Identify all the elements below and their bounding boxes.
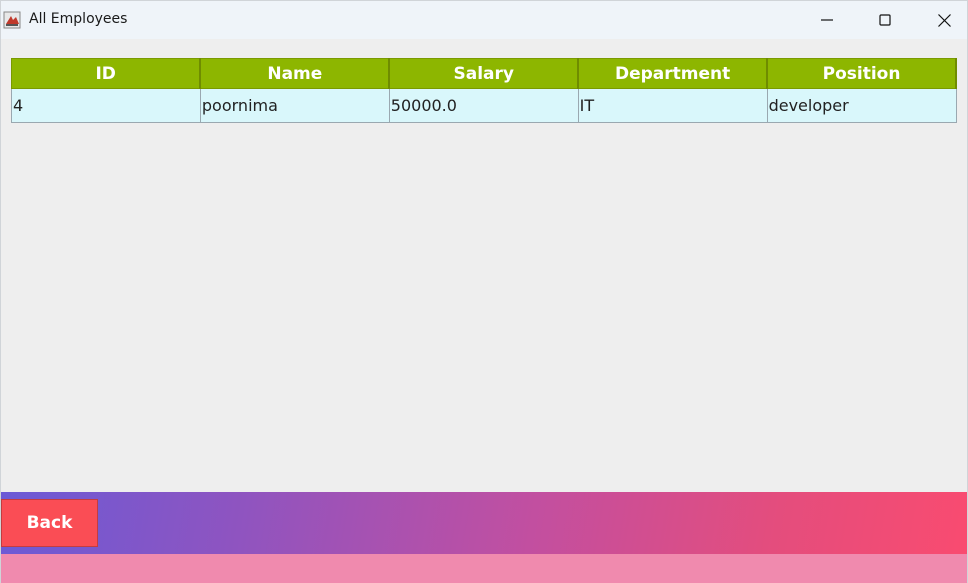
window-title: All Employees: [29, 11, 128, 27]
column-header-department[interactable]: Department: [577, 58, 769, 89]
minimize-icon: [821, 19, 833, 21]
cell-id[interactable]: 4: [11, 88, 201, 123]
employees-table[interactable]: ID Name Salary Department Position 4 poo…: [11, 58, 957, 123]
close-button[interactable]: [915, 1, 968, 39]
maximize-icon: [879, 14, 891, 26]
footer-bar: Back: [1, 492, 967, 554]
table-header-row: ID Name Salary Department Position: [11, 58, 957, 89]
cell-name[interactable]: poornima: [199, 88, 390, 123]
maximize-button[interactable]: [856, 1, 914, 39]
title-bar[interactable]: All Employees: [1, 1, 967, 39]
cell-department[interactable]: IT: [577, 88, 768, 123]
cell-salary[interactable]: 50000.0: [388, 88, 579, 123]
java-app-icon: [3, 11, 21, 29]
bottom-strip: [1, 554, 967, 583]
app-window: All Employees ID Name Salary Department: [0, 0, 968, 583]
back-button[interactable]: Back: [1, 499, 98, 547]
column-header-id[interactable]: ID: [11, 58, 202, 89]
cell-position[interactable]: developer: [766, 88, 957, 123]
column-header-salary[interactable]: Salary: [388, 58, 580, 89]
minimize-button[interactable]: [798, 1, 856, 39]
close-icon: [937, 13, 951, 27]
column-header-position[interactable]: Position: [766, 58, 957, 89]
column-header-name[interactable]: Name: [199, 58, 391, 89]
table-row[interactable]: 4 poornima 50000.0 IT developer: [11, 88, 957, 123]
